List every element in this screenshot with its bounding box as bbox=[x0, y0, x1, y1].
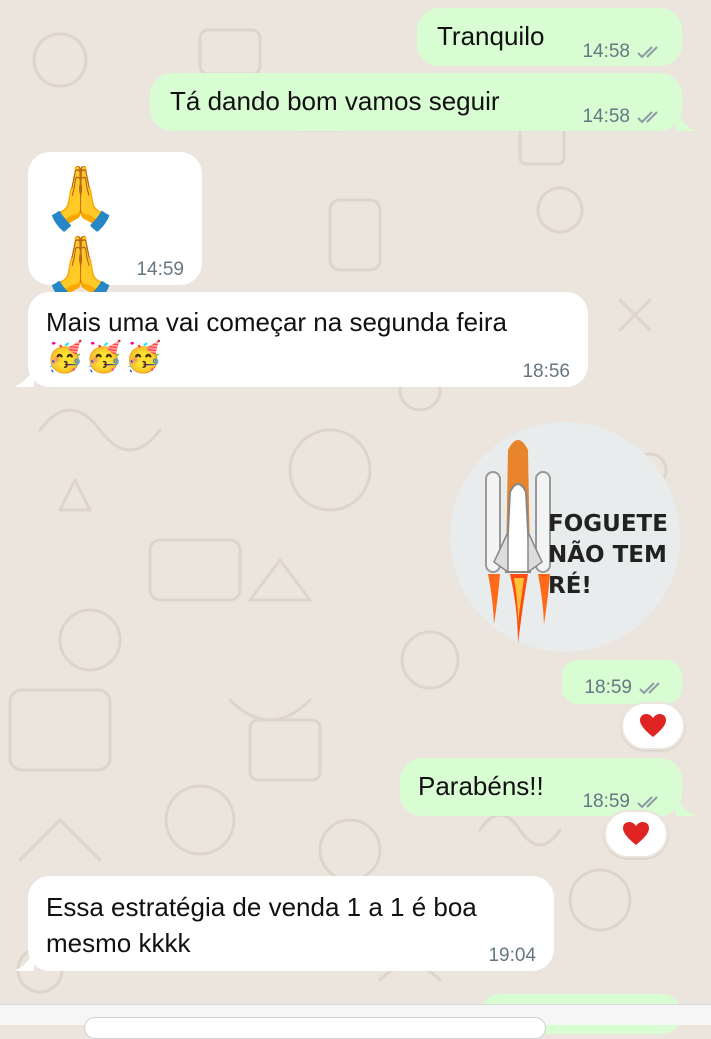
message-bubble-incoming[interactable]: 🙏🙏 14:59 bbox=[28, 152, 202, 303]
message-input[interactable] bbox=[84, 1017, 546, 1039]
reaction-badge[interactable] bbox=[621, 702, 685, 750]
message-meta: 14:58 bbox=[582, 34, 666, 70]
double-check-icon bbox=[637, 111, 658, 124]
message-text: Tá dando bom vamos seguir bbox=[170, 86, 500, 116]
message-bubble-outgoing[interactable]: Tá dando bom vamos seguir 14:58 bbox=[150, 73, 696, 131]
message-text: Tranquilo bbox=[437, 21, 545, 51]
message-text: Parabéns!! bbox=[418, 771, 544, 801]
message-bubble-outgoing[interactable]: Parabéns!! 18:59 bbox=[400, 758, 696, 816]
sticker-time-pill: 18:59 bbox=[562, 660, 682, 704]
message-meta: 18:56 bbox=[522, 354, 570, 390]
message-time: 18:56 bbox=[522, 361, 570, 382]
double-check-icon bbox=[639, 682, 660, 695]
bubble-tail bbox=[676, 111, 696, 131]
message-time: 14:58 bbox=[582, 106, 630, 127]
bubble-tail bbox=[676, 796, 696, 816]
heart-icon bbox=[640, 714, 666, 737]
double-check-icon bbox=[637, 46, 658, 59]
message-meta: 14:59 bbox=[136, 252, 184, 288]
message-time: 14:59 bbox=[136, 259, 184, 280]
double-check-icon bbox=[637, 796, 658, 809]
sticker-caption: FOGUETE NÃO TEM RÉ! bbox=[548, 511, 668, 599]
message-time: 19:04 bbox=[488, 945, 536, 966]
bubble-tail bbox=[14, 951, 34, 971]
message-meta: 14:58 bbox=[582, 99, 666, 135]
heart-icon bbox=[623, 822, 649, 845]
message-bubble-outgoing[interactable]: Tranquilo 14:58 bbox=[417, 8, 682, 66]
message-meta: 18:59 bbox=[584, 670, 668, 706]
message-text: Mais uma vai começar na segunda feira bbox=[46, 307, 508, 337]
message-input-bar bbox=[0, 1004, 711, 1039]
message-text: Essa estratégia de venda 1 a 1 é boa mes… bbox=[46, 892, 477, 958]
message-bubble-incoming[interactable]: Essa estratégia de venda 1 a 1 é boa mes… bbox=[14, 876, 554, 974]
message-time: 18:59 bbox=[584, 677, 632, 698]
party-face-emoji: 🥳🥳🥳 bbox=[46, 341, 165, 374]
message-time: 14:58 bbox=[582, 41, 630, 62]
bubble-tail bbox=[14, 367, 34, 387]
rocket-sticker[interactable]: FOGUETE NÃO TEM RÉ! bbox=[450, 422, 680, 652]
reaction-badge[interactable] bbox=[604, 810, 668, 858]
message-meta: 19:04 bbox=[488, 938, 536, 974]
message-bubble-incoming[interactable]: Mais uma vai começar na segunda feira 🥳🥳… bbox=[14, 292, 588, 390]
